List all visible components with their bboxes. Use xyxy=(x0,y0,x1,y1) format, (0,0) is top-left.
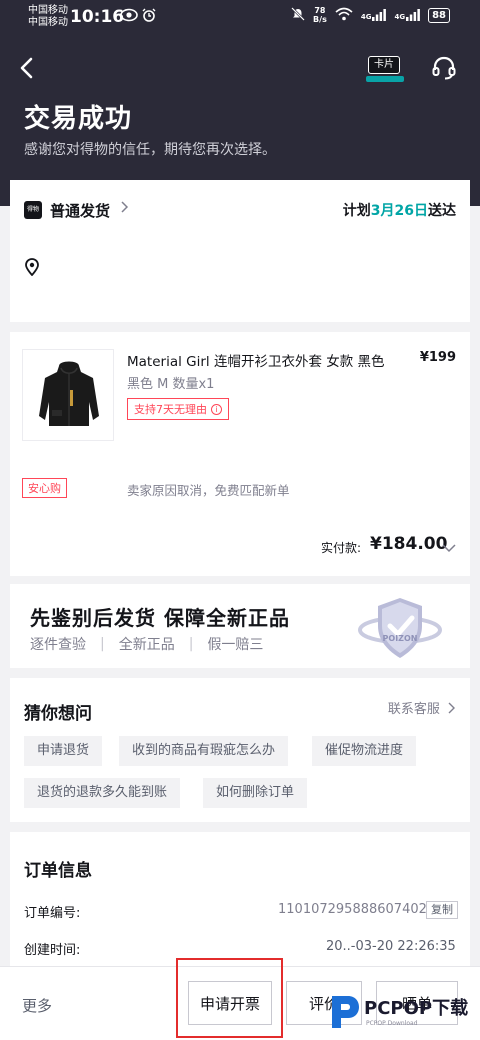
order-number-label: 订单编号: xyxy=(24,906,81,921)
carrier-labels: 中国移动 中国移动 xyxy=(28,5,68,29)
watermark-text: PCPOP下载 xyxy=(364,998,469,1019)
poizon-shield-icon: POIZON xyxy=(350,592,450,664)
card-label: 卡片 xyxy=(368,56,400,74)
status-icons: 78 B/s 4G 4G 88 xyxy=(291,6,450,24)
page-subtitle: 感谢您对得物的信任，期待您再次选择。 xyxy=(24,142,276,158)
product-thumbnail[interactable] xyxy=(22,349,114,441)
guarantee-item: 假一赔三 xyxy=(207,637,264,653)
order-info-card: 订单信息 订单编号: 110107295888607402 复制 创建时间: 2… xyxy=(10,832,470,972)
mute-icon xyxy=(291,6,305,24)
alarm-icon xyxy=(142,8,156,26)
paid-amount-value[interactable]: ¥184.00 xyxy=(370,534,447,554)
plan-date: 3月26日 xyxy=(370,203,428,219)
net-speed-value: 78 xyxy=(314,6,326,15)
delivery-card: 得物 普通发货 计划3月26日送达 xyxy=(10,180,470,322)
signal-2-label: 4G xyxy=(394,13,406,21)
customer-service-button[interactable] xyxy=(430,54,458,82)
order-status-header: 中国移动 中国移动 10:16 78 B/s 4G 4G 88 卡片 交易成功 … xyxy=(0,0,480,206)
created-time-value: 20..-03-20 22:26:35 xyxy=(326,939,456,954)
chevron-right-icon xyxy=(448,702,455,714)
safe-buy-note: 卖家原因取消，免费匹配新单 xyxy=(127,483,290,498)
guarantee-item: 逐件查验 xyxy=(30,637,86,653)
watermark: PCPOP下载 PCPOP Download xyxy=(326,990,476,1036)
delivery-plan: 计划3月26日送达 xyxy=(343,200,456,220)
faq-card: 猜你想问 联系客服 申请退货 收到的商品有瑕疵怎么办 催促物流进度 退货的退款多… xyxy=(10,678,470,822)
shield-text: POIZON xyxy=(383,634,418,643)
back-arrow-icon xyxy=(20,57,33,79)
page-title: 交易成功 xyxy=(24,104,133,134)
highlight-box xyxy=(176,958,283,1038)
card-button[interactable]: 卡片 xyxy=(366,54,404,84)
order-info-title: 订单信息 xyxy=(24,861,92,881)
more-button[interactable]: 更多 xyxy=(22,995,52,1016)
copy-button[interactable]: 复制 xyxy=(426,901,458,919)
chevron-right-icon[interactable] xyxy=(120,200,130,218)
status-bar: 中国移动 中国移动 10:16 78 B/s 4G 4G 88 xyxy=(0,0,480,36)
card-icon-base xyxy=(366,76,404,82)
chevron-down-icon[interactable] xyxy=(442,538,456,553)
faq-chip-delete-order[interactable]: 如何删除订单 xyxy=(203,778,308,808)
watermark-subtext: PCPOP Download xyxy=(366,1020,418,1027)
carrier-1: 中国移动 xyxy=(28,5,68,16)
guarantee-items: 逐件查验 | 全新正品 | 假一赔三 xyxy=(30,634,263,654)
product-title[interactable]: Material Girl 连帽开衫卫衣外套 女款 黑色 xyxy=(127,350,385,370)
return-policy-badge[interactable]: 支持7天无理由 i xyxy=(127,398,229,420)
return-policy-label: 支持7天无理由 xyxy=(134,403,207,416)
hoodie-image xyxy=(39,361,99,426)
dewu-logo-icon: 得物 xyxy=(24,201,42,219)
safe-buy-tag: 安心购 xyxy=(22,478,67,498)
faq-chip-return[interactable]: 申请退货 xyxy=(24,736,103,766)
guarantee-title: 先鉴别后发货 保障全新正品 xyxy=(30,606,290,630)
order-number-value: 110107295888607402 xyxy=(278,902,427,917)
guarantee-item: 全新正品 xyxy=(118,637,175,653)
product-spec: 黑色 M 数量x1 xyxy=(127,377,215,392)
divider: | xyxy=(100,636,105,652)
signal-2: 4G xyxy=(394,9,420,21)
signal-1-label: 4G xyxy=(360,13,372,21)
eye-icon xyxy=(120,8,138,26)
paid-amount-label: 实付款: xyxy=(321,541,362,555)
authenticity-guarantee-banner[interactable]: 先鉴别后发货 保障全新正品 逐件查验 | 全新正品 | 假一赔三 POIZON xyxy=(10,584,470,668)
back-button[interactable] xyxy=(16,54,40,82)
clock: 10:16 xyxy=(70,7,125,27)
delivery-method[interactable]: 普通发货 xyxy=(50,200,110,221)
signal-1: 4G xyxy=(361,9,387,21)
carrier-2: 中国移动 xyxy=(28,17,68,28)
product-price: ¥199 xyxy=(419,350,456,365)
divider: | xyxy=(188,636,194,652)
info-icon: i xyxy=(211,403,222,415)
contact-service-link[interactable]: 联系客服 xyxy=(388,698,456,717)
wifi-icon xyxy=(335,7,353,24)
location-pin-icon xyxy=(24,258,40,277)
product-card: Material Girl 连帽开衫卫衣外套 女款 黑色 ¥199 黑色 M 数… xyxy=(10,332,470,576)
created-time-label: 创建时间: xyxy=(24,943,81,958)
pcpop-logo-icon xyxy=(332,996,359,1028)
faq-chip-defect[interactable]: 收到的商品有瑕疵怎么办 xyxy=(119,736,289,766)
net-speed-unit: B/s xyxy=(313,15,327,24)
net-speed: 78 B/s xyxy=(313,6,327,24)
faq-title: 猜你想问 xyxy=(24,704,92,724)
plan-prefix: 计划 xyxy=(342,203,371,219)
faq-chip-refund-time[interactable]: 退货的退款多久能到账 xyxy=(24,778,181,808)
contact-service-label: 联系客服 xyxy=(387,702,440,717)
faq-chip-logistics[interactable]: 催促物流进度 xyxy=(312,736,417,766)
plan-suffix: 送达 xyxy=(428,203,456,219)
headset-icon xyxy=(432,56,456,80)
battery-indicator: 88 xyxy=(428,7,450,23)
